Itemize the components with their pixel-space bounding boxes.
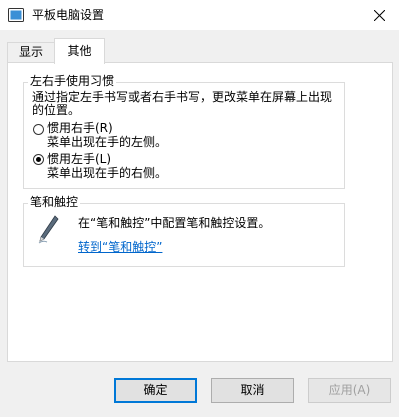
pen-touch-legend: 笔和触控 <box>28 195 81 209</box>
ok-button[interactable]: 确定 <box>114 378 197 403</box>
right-handed-description: 菜单出现在手的左侧。 <box>47 135 168 149</box>
pen-touch-description: 在“笔和触控”中配置笔和触控设置。 <box>78 216 271 230</box>
title-bar: 平板电脑设置 <box>0 0 399 30</box>
cancel-button[interactable]: 取消 <box>211 378 294 403</box>
tab-display[interactable]: 显示 <box>7 42 55 62</box>
window-title: 平板电脑设置 <box>32 8 105 22</box>
pen-touch-link[interactable]: 转到“笔和触控” <box>78 240 162 254</box>
close-icon <box>374 10 385 21</box>
left-handed-description: 菜单出现在手的右侧。 <box>47 166 168 180</box>
right-handed-label[interactable]: 惯用右手(R) <box>47 122 113 135</box>
handedness-legend: 左右手使用习惯 <box>28 74 117 88</box>
right-handed-radio[interactable] <box>33 124 44 135</box>
apply-button[interactable]: 应用(A) <box>308 378 391 403</box>
tab-other-label: 其他 <box>67 44 92 58</box>
close-button[interactable] <box>367 2 393 28</box>
tablet-settings-icon <box>8 8 24 22</box>
tab-display-label: 显示 <box>18 45 43 59</box>
tab-other[interactable]: 其他 <box>54 38 105 64</box>
left-handed-label[interactable]: 惯用左手(L) <box>47 153 111 166</box>
handedness-description: 通过指定左手书写或者右手书写，更改菜单在屏幕上出现的位置。 <box>32 90 333 117</box>
pen-touch-group <box>23 203 345 267</box>
left-handed-radio[interactable] <box>33 154 44 165</box>
pen-icon <box>38 215 59 244</box>
